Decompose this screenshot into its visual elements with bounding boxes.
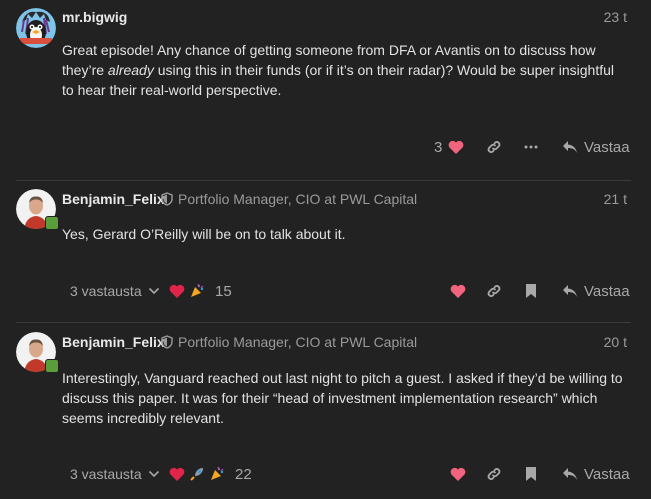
reply-label: Vastaa: [584, 138, 630, 156]
post-actions: 3 vastausta 22 Vastaa: [0, 462, 651, 486]
reply-label: Vastaa: [584, 465, 630, 483]
post-date[interactable]: 23 t: [604, 9, 627, 25]
post-body: Yes, Gerard O’Reilly will be on to talk …: [62, 226, 346, 242]
username[interactable]: mr.bigwig: [62, 9, 127, 25]
reactions-summary[interactable]: 15: [169, 279, 232, 303]
more-button[interactable]: [523, 135, 539, 159]
reply-icon: [563, 285, 577, 297]
reply-button[interactable]: Vastaa: [562, 279, 630, 303]
show-replies-button[interactable]: 3 vastausta: [70, 462, 160, 486]
flair-icon: [45, 359, 59, 373]
reply-button[interactable]: Vastaa: [562, 462, 630, 486]
chevron-down-icon: [148, 470, 159, 478]
reaction-count: 22: [235, 465, 252, 483]
party-popper-icon: [211, 466, 224, 480]
link-icon: [487, 285, 501, 297]
username[interactable]: Benjamin_Felix: [62, 334, 165, 350]
post-3: Benjamin_Felix Portfolio Manager, CIO at…: [0, 323, 651, 499]
heart-emoji-icon: [169, 284, 185, 298]
reply-icon: [563, 141, 577, 153]
replies-label: 3 vastausta: [70, 283, 142, 299]
copy-link-button[interactable]: [486, 462, 502, 486]
avatar[interactable]: [16, 8, 56, 48]
party-popper-icon: [191, 283, 204, 297]
post-2: Benjamin_Felix Portfolio Manager, CIO at…: [0, 181, 651, 321]
reply-button[interactable]: Vastaa: [562, 135, 630, 159]
like-button[interactable]: [450, 279, 466, 303]
post-body: Interestingly, Vanguard reached out last…: [62, 370, 623, 426]
bookmark-icon: [526, 284, 536, 298]
post-body: Great episode! Any chance of getting som…: [62, 40, 629, 100]
reactions-summary[interactable]: 22: [169, 462, 252, 486]
heart-emoji-icon: [169, 467, 185, 481]
reaction-count: 15: [215, 282, 232, 300]
bookmark-button[interactable]: [525, 279, 537, 303]
like-count: 3: [434, 138, 443, 156]
moderator-shield-icon: [161, 192, 173, 206]
heart-icon: [450, 467, 466, 481]
post-1: mr.bigwig 23 t Great episode! Any chance…: [0, 0, 651, 180]
reply-label: Vastaa: [584, 282, 630, 300]
post-date[interactable]: 21 t: [604, 191, 627, 207]
chevron-down-icon: [148, 287, 159, 295]
post-actions: 3 Vastaa: [0, 135, 651, 159]
post-body-emphasis: already: [107, 62, 154, 78]
reply-icon: [563, 468, 577, 480]
copy-link-button[interactable]: [486, 279, 502, 303]
post-actions: 3 vastausta 15 Vastaa: [0, 279, 651, 303]
heart-icon: [448, 140, 464, 154]
like-button[interactable]: 3: [434, 135, 464, 159]
copy-link-button[interactable]: [486, 135, 502, 159]
link-icon: [487, 468, 501, 480]
bookmark-icon: [526, 467, 536, 481]
user-title: Portfolio Manager, CIO at PWL Capital: [178, 334, 418, 350]
link-icon: [487, 141, 501, 153]
user-title: Portfolio Manager, CIO at PWL Capital: [178, 191, 418, 207]
moderator-shield-icon: [161, 335, 173, 349]
replies-label: 3 vastausta: [70, 466, 142, 482]
like-button[interactable]: [450, 462, 466, 486]
bookmark-button[interactable]: [525, 462, 537, 486]
flair-icon: [45, 216, 59, 230]
rocket-icon: [190, 468, 203, 481]
post-date[interactable]: 20 t: [604, 334, 627, 350]
heart-icon: [450, 284, 466, 298]
ellipsis-icon: [524, 145, 538, 149]
show-replies-button[interactable]: 3 vastausta: [70, 279, 160, 303]
username[interactable]: Benjamin_Felix: [62, 191, 165, 207]
